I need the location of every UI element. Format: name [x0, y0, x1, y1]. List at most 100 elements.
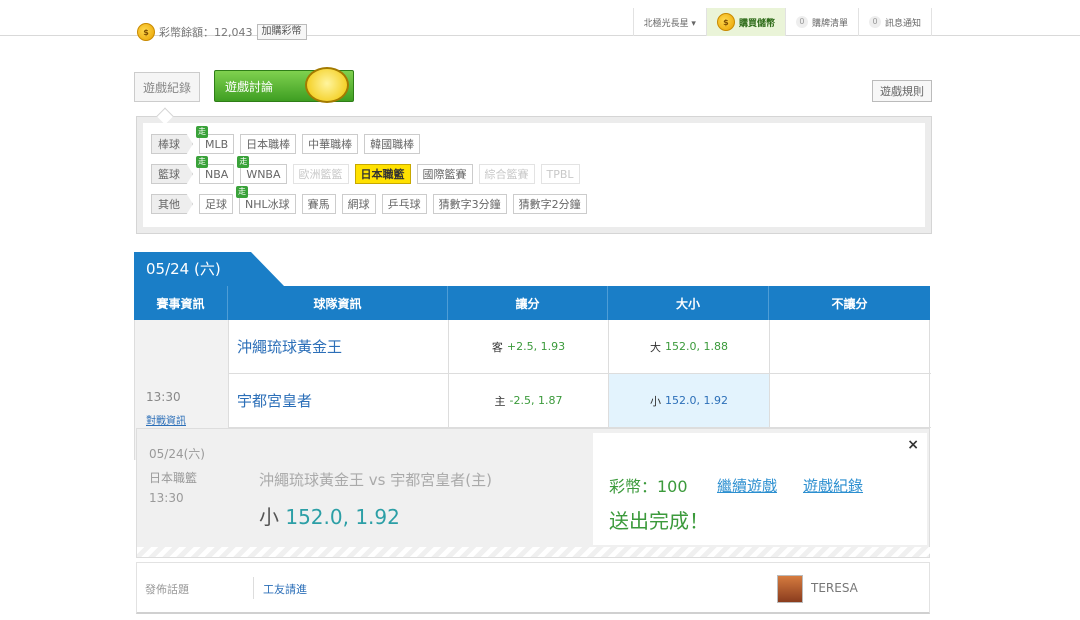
filter-chip-label: MLB [205, 137, 229, 151]
under-odds[interactable]: 小 152.0, 1.92 [609, 374, 770, 427]
over-value: 152.0, 1.88 [665, 340, 728, 353]
filter-chip-label: 猜數字3分鐘 [438, 198, 501, 211]
over-odds[interactable]: 大 152.0, 1.88 [609, 320, 770, 373]
filter-chip[interactable]: 走 NBA [196, 156, 235, 184]
bet-pick-value: 152.0, 1.92 [285, 505, 400, 529]
table-header: 賽事資訊 球隊資訊 讓分 大小 不讓分 [134, 286, 930, 320]
zigzag-divider [137, 547, 931, 557]
friends-link[interactable]: 工友請進 [263, 581, 307, 597]
add-coins-button[interactable]: 加購彩幣 [256, 24, 307, 40]
buy-coins-button[interactable]: $ 購買儲幣 [705, 8, 785, 36]
tab-game-discussion[interactable]: 遊戲討論 [214, 67, 354, 103]
filter-chip[interactable]: 足球 [199, 194, 233, 214]
filter-chip[interactable]: 賽馬 [301, 194, 336, 214]
post-topic-link[interactable]: 發佈話題 [145, 581, 189, 597]
bet-done-message: 送出完成！ [609, 509, 709, 533]
live-badge-icon: 走 [196, 126, 208, 138]
coin-icon: $ [137, 23, 155, 41]
bet-league: 日本職籃 [149, 471, 198, 485]
filter-chip-label: WNBA [246, 167, 281, 181]
filter-chip[interactable]: 日本職籃 [354, 164, 411, 184]
sport-filter-panel: 棒球走 MLB 日本職棒 中華職棒 韓國職棒 籃球走 NBA 走 WNBA 歐洲籃籃 日本職籃 國際籃… [136, 107, 932, 234]
spread-side-label: 主 [494, 394, 506, 408]
filter-row: 其他 足球走 NHL冰球 賽馬 網球 乒乓球 猜數字3分鐘 猜數字2分鐘 [151, 186, 587, 215]
region-dropdown[interactable]: 北極光長星 ▾ [632, 8, 706, 36]
over-side-label: 大 [650, 340, 661, 354]
live-badge-icon: 走 [237, 156, 250, 168]
filter-chip[interactable]: 走 WNBA [237, 156, 287, 184]
bet-summary: 05/24(六) 日本職籃 13:30 沖繩琉球黃金王 vs 宇都宮皇者(主) … [137, 429, 593, 549]
filter-chip[interactable]: 乒乓球 [381, 194, 427, 214]
table-row: 沖繩琉球黃金王 客 +2.5, 1.93 大 152.0, 1.88 [229, 320, 931, 374]
continue-game-link[interactable]: 繼續遊戲 [717, 475, 777, 496]
table-row: 宇都宮皇者 主 -2.5, 1.87 小 152.0, 1.92 [229, 374, 931, 428]
game-rules-button[interactable]: 遊戲規則 [872, 80, 932, 102]
mascot-icon [305, 67, 349, 103]
spread-away-odds[interactable]: 客 +2.5, 1.93 [449, 320, 609, 373]
filter-chip-label: 韓國職棒 [370, 138, 415, 151]
filter-chip-label: 乒乓球 [387, 198, 421, 211]
tab-game-record[interactable]: 遊戲紀錄 [134, 72, 200, 102]
top-nav: 北極光長星 ▾ $ 購買儲幣 0 購牌清單 0 訊息通知 [632, 8, 932, 36]
home-team-name: 宇都宮皇者 [229, 374, 449, 427]
filter-chip: TPBL [540, 164, 580, 184]
tab-game-discussion-label: 遊戲討論 [225, 79, 274, 94]
filter-chip[interactable]: 猜數字3分鐘 [432, 194, 507, 214]
filter-chip[interactable]: 韓國職棒 [364, 134, 421, 154]
header-cell: 球隊資訊 [228, 286, 448, 320]
coin-icon: $ [716, 13, 735, 31]
filter-chip[interactable]: 中華職棒 [302, 134, 359, 154]
orders-link[interactable]: 0 購牌清單 [784, 8, 858, 36]
filter-chip[interactable]: 猜數字2分鐘 [512, 194, 587, 214]
filter-chip: 歐洲籃籃 [292, 164, 349, 184]
avatar[interactable] [777, 575, 803, 603]
bet-pick-side: 小 [259, 505, 279, 529]
filter-chip[interactable]: 日本職棒 [240, 134, 297, 154]
filter-category[interactable]: 棒球 [151, 134, 193, 154]
bet-date: 05/24(六) [149, 447, 205, 461]
spread-side-label: 客 [491, 340, 503, 354]
bottom-bar: 發佈話題 工友請進 TERESA [136, 562, 930, 614]
orders-label: 購牌清單 [811, 18, 848, 29]
filter-chip[interactable]: 走 MLB [196, 126, 235, 154]
date-tab: 05/24 (六) [134, 252, 284, 286]
messages-label: 訊息通知 [884, 18, 921, 29]
filter-chip-label: 中華職棒 [308, 138, 353, 151]
header-cell: 賽事資訊 [134, 286, 228, 320]
filter-chip-label: 日本職棒 [246, 138, 291, 151]
messages-link[interactable]: 0 訊息通知 [857, 8, 932, 36]
header-cell: 不讓分 [831, 296, 868, 311]
coin-balance: $ 彩幣餘額：12,043 加購彩幣 [137, 22, 307, 42]
username[interactable]: TERESA [811, 581, 858, 595]
filter-category[interactable]: 其他 [151, 194, 193, 214]
close-icon[interactable]: × [907, 437, 919, 453]
filter-row: 棒球走 MLB 日本職棒 中華職棒 韓國職棒 [151, 126, 421, 155]
spread-home-odds[interactable]: 主 -2.5, 1.87 [449, 374, 609, 427]
filter-chip-label: 歐洲籃籃 [298, 168, 343, 181]
moneyline-away-cell[interactable] [770, 320, 931, 373]
away-team-name: 沖繩琉球黃金王 [229, 320, 449, 373]
bet-time: 13:30 [149, 491, 184, 505]
messages-count: 0 [868, 16, 881, 28]
live-badge-icon: 走 [236, 186, 248, 198]
orders-count: 0 [795, 16, 808, 28]
spread-value: +2.5, 1.93 [506, 340, 566, 353]
filter-chip-label: 國際籃賽 [422, 168, 467, 181]
header-cell: 大小 [608, 286, 769, 320]
filter-category[interactable]: 籃球 [151, 164, 193, 184]
game-record-link[interactable]: 遊戲紀錄 [803, 475, 863, 496]
filter-row: 籃球走 NBA 走 WNBA 歐洲籃籃 日本職籃 國際籃賽 綜合籃賽 TPBL [151, 156, 580, 185]
bet-pick: 小 152.0, 1.92 [259, 501, 400, 530]
filter-chip[interactable]: 走 NHL冰球 [236, 186, 296, 214]
filter-chip-label: 網球 [347, 198, 370, 211]
filter-chip-label: 足球 [205, 198, 227, 211]
region-label: 北極光長星 ▾ [643, 18, 696, 29]
filter-chip[interactable]: 網球 [341, 194, 376, 214]
filter-chip: 綜合籃賽 [478, 164, 535, 184]
matchup-info-link[interactable]: 對戰資訊 [146, 412, 186, 427]
filter-chip[interactable]: 國際籃賽 [416, 164, 473, 184]
match-time: 13:30 [146, 390, 181, 404]
header-cell: 讓分 [448, 286, 608, 320]
coin-balance-label: 彩幣餘額：12,043 [159, 26, 253, 39]
moneyline-home-cell[interactable] [770, 374, 931, 427]
